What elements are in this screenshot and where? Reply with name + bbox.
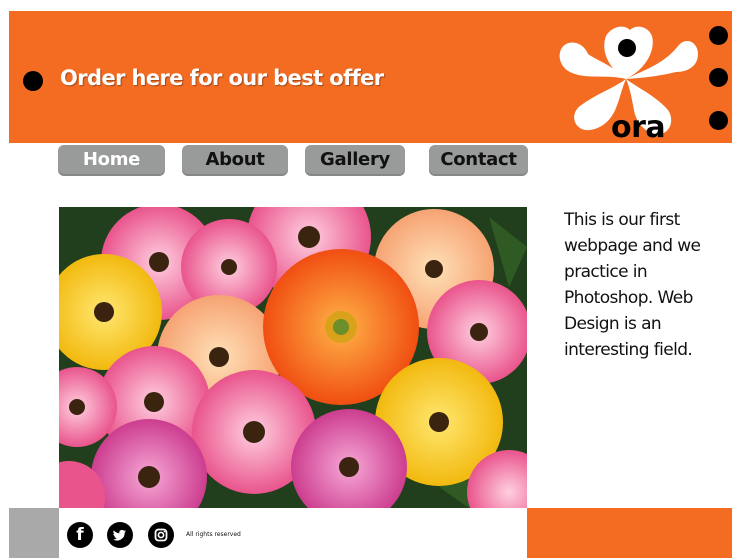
- header-bullet-icon: [23, 71, 43, 91]
- facebook-icon[interactable]: f: [67, 522, 93, 548]
- copyright-text: All rights reserved: [186, 531, 241, 538]
- twitter-icon[interactable]: [107, 522, 133, 548]
- intro-text: This is our first webpage and we practic…: [564, 210, 701, 360]
- logo-text[interactable]: ora: [611, 113, 666, 143]
- nav-contact-button[interactable]: Contact: [429, 145, 528, 176]
- offer-headline[interactable]: Order here for our best offer: [60, 66, 384, 90]
- nav-gallery-button[interactable]: Gallery: [305, 145, 405, 176]
- footer-orange-block: [527, 508, 732, 558]
- flowers-photo: [59, 207, 527, 508]
- decor-dot-icon: [709, 26, 728, 45]
- nav-about-button[interactable]: About: [182, 145, 288, 176]
- decor-dot-icon: [709, 68, 728, 87]
- nav-home-button[interactable]: Home: [58, 145, 165, 176]
- instagram-icon[interactable]: [148, 522, 174, 548]
- decor-dot-icon: [709, 111, 728, 130]
- footer-grey-block: [9, 508, 59, 558]
